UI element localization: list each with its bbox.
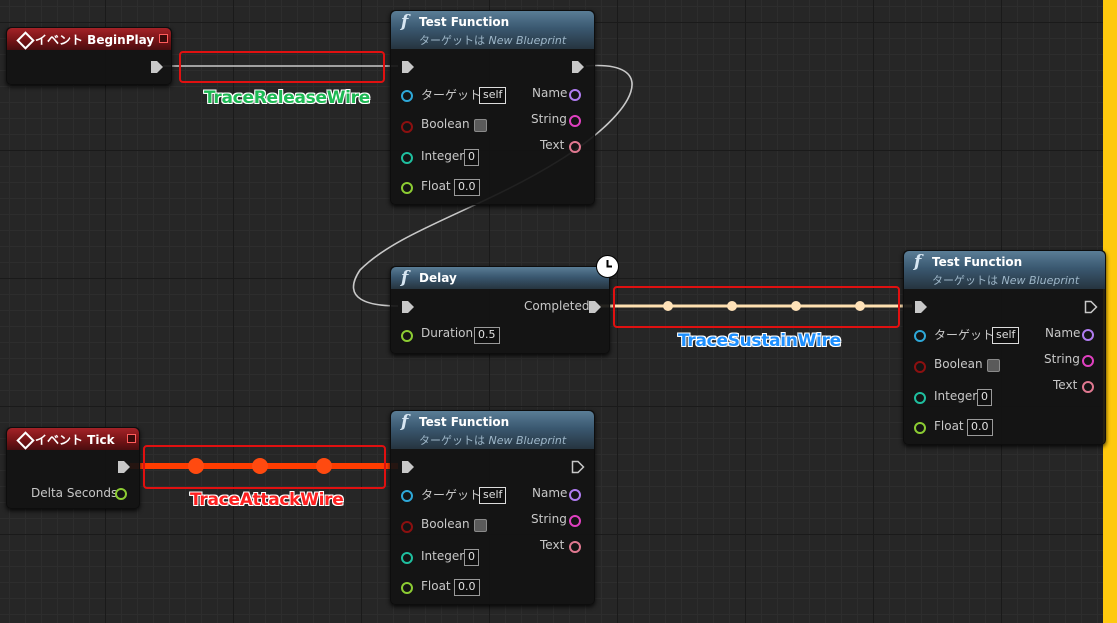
text-out-pin[interactable] xyxy=(1082,381,1094,393)
float-value-box[interactable]: 0.0 xyxy=(454,179,480,196)
pin-label-completed: Completed xyxy=(524,299,590,313)
pin-label-integer: Integer xyxy=(934,389,978,403)
event-beginplay-node[interactable]: イベント BeginPlay xyxy=(6,27,172,85)
pin-label-string: String xyxy=(531,512,567,526)
float-pin[interactable] xyxy=(401,182,413,194)
boolean-pin[interactable] xyxy=(914,361,926,373)
test-function-node-2[interactable]: f Test Function ターゲットは New Blueprint ターゲ… xyxy=(903,250,1106,445)
pin-label-float: Float xyxy=(934,419,964,433)
sustain-wire-label: TraceSustainWire xyxy=(678,331,841,351)
pin-label-integer: Integer xyxy=(421,149,465,163)
pin-label-boolean: Boolean xyxy=(421,517,470,531)
integer-pin[interactable] xyxy=(914,392,926,404)
node-subtitle: ターゲットは New Blueprint xyxy=(419,434,567,447)
pin-label-string: String xyxy=(531,112,567,126)
pin-label-float: Float xyxy=(421,579,451,593)
pin-label-text: Text xyxy=(540,138,565,152)
pin-label-string: String xyxy=(1044,352,1080,366)
pin-label-boolean: Boolean xyxy=(934,357,983,371)
target-pin[interactable] xyxy=(401,90,413,102)
node-title: Test Function xyxy=(419,15,510,29)
pin-label-target: ターゲット xyxy=(934,328,995,342)
float-value-box[interactable]: 0.0 xyxy=(967,419,993,436)
test-function-node-3[interactable]: f Test Function ターゲットは New Blueprint ターゲ… xyxy=(390,410,595,605)
pin-label-target: ターゲット xyxy=(421,488,482,502)
node-title: Test Function xyxy=(419,415,510,429)
target-pin[interactable] xyxy=(401,490,413,502)
node-title: イベント BeginPlay xyxy=(35,33,155,47)
name-out-pin[interactable] xyxy=(569,489,581,501)
boolean-checkbox[interactable] xyxy=(474,519,487,532)
boolean-pin[interactable] xyxy=(401,121,413,133)
target-value-box[interactable]: self xyxy=(479,87,507,104)
float-pin[interactable] xyxy=(914,422,926,434)
float-pin[interactable] xyxy=(401,330,413,342)
target-value-box[interactable]: self xyxy=(992,327,1020,344)
node-title: Test Function xyxy=(932,255,1023,269)
duration-value-box[interactable]: 0.5 xyxy=(474,327,500,344)
target-value-box[interactable]: self xyxy=(479,487,507,504)
pin-label-name: Name xyxy=(532,86,568,100)
node-title: イベント Tick xyxy=(35,433,115,447)
integer-pin[interactable] xyxy=(401,152,413,164)
release-wire-highlight xyxy=(179,51,385,83)
release-wire-label: TraceReleaseWire xyxy=(204,88,370,108)
node-subtitle: ターゲットは New Blueprint xyxy=(932,274,1080,287)
function-icon: f xyxy=(914,252,922,272)
function-icon: f xyxy=(401,412,409,432)
function-icon: f xyxy=(401,12,409,32)
pin-label-name: Name xyxy=(532,486,568,500)
integer-value-box[interactable]: 0 xyxy=(464,549,479,566)
boolean-checkbox[interactable] xyxy=(987,359,1000,372)
name-out-pin[interactable] xyxy=(569,89,581,101)
float-value-box[interactable]: 0.0 xyxy=(454,579,480,596)
pin-label-integer: Integer xyxy=(421,549,465,563)
node-title: Delay xyxy=(419,271,457,285)
delay-node[interactable]: f Delay Completed Duration 0.5 xyxy=(390,266,610,354)
string-out-pin[interactable] xyxy=(569,115,581,127)
pin-label-boolean: Boolean xyxy=(421,117,470,131)
name-out-pin[interactable] xyxy=(1082,329,1094,341)
boolean-pin[interactable] xyxy=(401,521,413,533)
text-out-pin[interactable] xyxy=(569,541,581,553)
boolean-checkbox[interactable] xyxy=(474,119,487,132)
event-tick-node[interactable]: イベント Tick Delta Seconds xyxy=(6,427,140,509)
attack-wire-highlight xyxy=(143,445,386,489)
test-function-node-1[interactable]: f Test Function ターゲットは New Blueprint ターゲ… xyxy=(390,10,595,205)
pin-label-duration: Duration xyxy=(421,326,474,340)
target-pin[interactable] xyxy=(914,330,926,342)
sustain-wire-highlight xyxy=(613,286,900,328)
function-icon: f xyxy=(401,268,409,288)
float-pin[interactable] xyxy=(401,582,413,594)
pin-label-float: Float xyxy=(421,179,451,193)
clock-icon xyxy=(596,255,619,278)
string-out-pin[interactable] xyxy=(569,515,581,527)
text-out-pin[interactable] xyxy=(569,141,581,153)
string-out-pin[interactable] xyxy=(1082,355,1094,367)
integer-value-box[interactable]: 0 xyxy=(977,389,992,406)
integer-value-box[interactable]: 0 xyxy=(464,149,479,166)
delegate-pin-icon[interactable] xyxy=(127,434,136,443)
node-subtitle: ターゲットは New Blueprint xyxy=(419,34,567,47)
integer-pin[interactable] xyxy=(401,552,413,564)
attack-wire-label: TraceAttackWire xyxy=(190,490,344,510)
pin-label-text: Text xyxy=(1053,378,1078,392)
delegate-pin-icon[interactable] xyxy=(159,34,168,43)
pin-label-target: ターゲット xyxy=(421,88,482,102)
float-out-pin[interactable] xyxy=(115,488,127,500)
pin-label-name: Name xyxy=(1045,326,1081,340)
pin-label-delta-seconds: Delta Seconds xyxy=(31,486,118,500)
pin-label-text: Text xyxy=(540,538,565,552)
